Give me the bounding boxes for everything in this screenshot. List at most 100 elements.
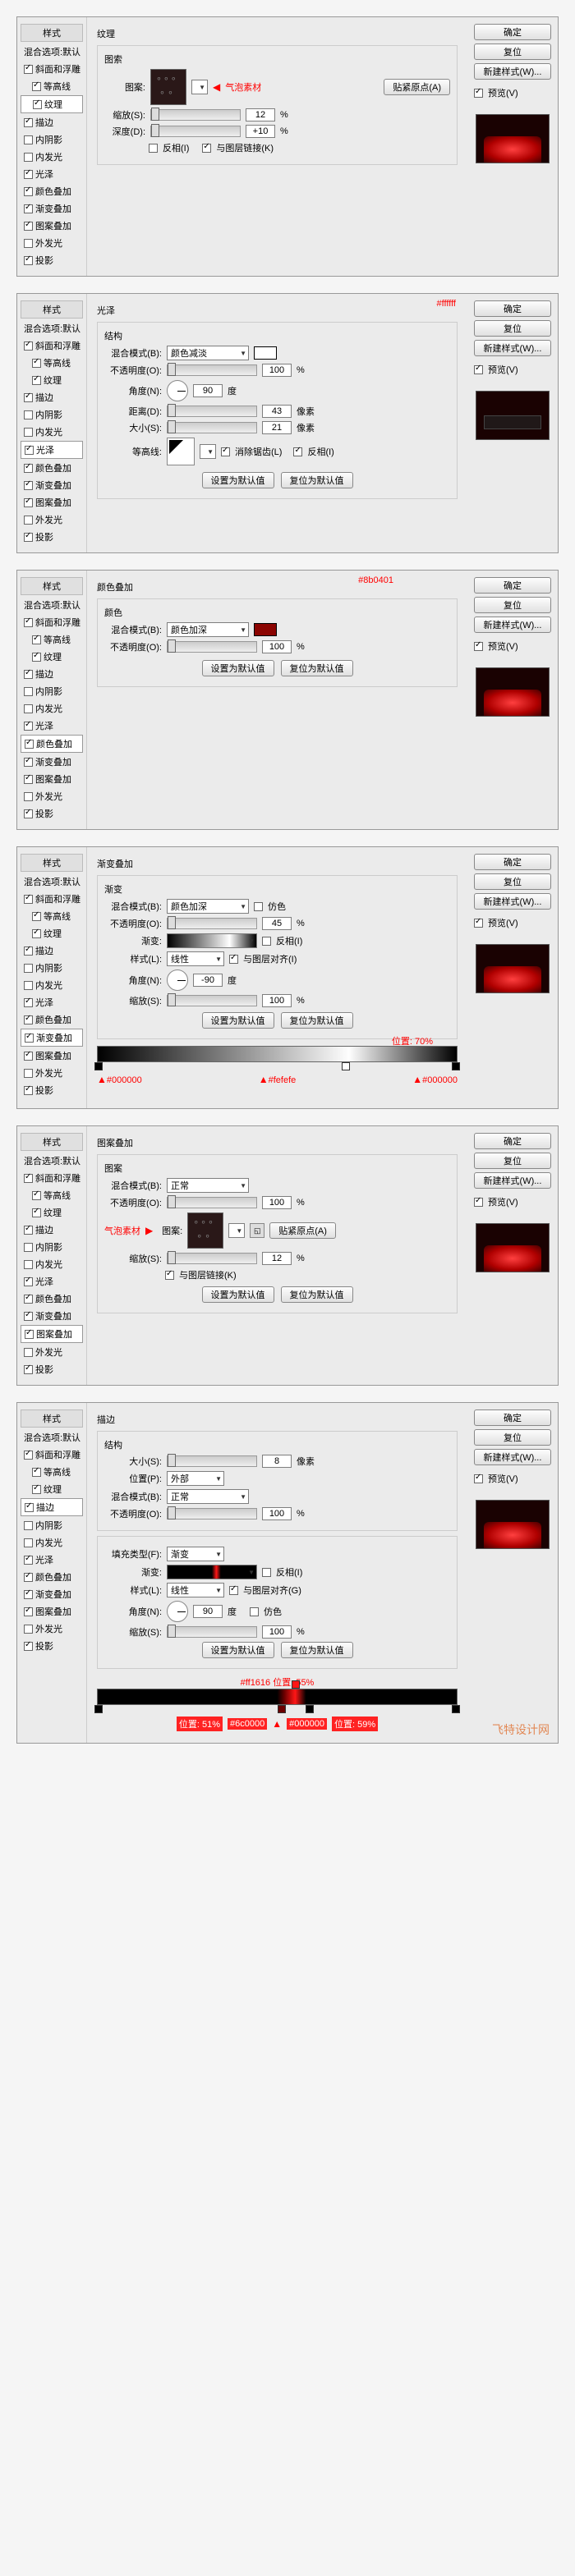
default-button[interactable]: 设置为默认值 — [202, 1642, 274, 1658]
contour-thumb[interactable] — [167, 438, 195, 465]
distance-input[interactable]: 43 — [262, 405, 292, 418]
reset-button[interactable]: 复位为默认值 — [281, 472, 353, 488]
reverse-checkbox[interactable] — [262, 1568, 271, 1577]
angle-input[interactable]: -90 — [193, 974, 223, 987]
distance-slider[interactable] — [167, 406, 257, 417]
default-button[interactable]: 设置为默认值 — [202, 1012, 274, 1029]
checkbox-icon[interactable] — [24, 65, 33, 74]
opacity-input[interactable]: 100 — [262, 1507, 292, 1520]
style-pattern-overlay[interactable]: 图案叠加 — [21, 1325, 83, 1343]
color-swatch[interactable] — [254, 346, 277, 360]
gradient-style-select[interactable]: 线性 — [167, 951, 224, 966]
opacity-slider[interactable] — [167, 364, 257, 376]
blend-mode-select[interactable]: 颜色加深 — [167, 899, 249, 914]
style-outer-glow[interactable]: 外发光 — [21, 235, 83, 251]
new-style-button[interactable]: 新建样式(W)... — [474, 893, 551, 910]
gradient-stop[interactable] — [278, 1705, 286, 1713]
opacity-input[interactable]: 100 — [262, 1196, 292, 1209]
gradient-select[interactable] — [167, 1565, 257, 1579]
link-layer-checkbox[interactable] — [202, 144, 211, 153]
invert-checkbox[interactable] — [149, 144, 158, 153]
pattern-dropdown[interactable] — [191, 80, 208, 94]
blend-mode-select[interactable]: 正常 — [167, 1489, 249, 1504]
gradient-stop[interactable] — [452, 1062, 460, 1070]
checkbox-icon[interactable] — [24, 187, 33, 196]
cancel-button[interactable]: 复位 — [474, 597, 551, 613]
align-layer-checkbox[interactable] — [229, 1586, 238, 1595]
checkbox-icon[interactable] — [24, 153, 33, 162]
ok-button[interactable]: 确定 — [474, 1133, 551, 1149]
default-button[interactable]: 设置为默认值 — [202, 472, 274, 488]
style-inner-glow[interactable]: 内发光 — [21, 149, 83, 165]
reset-button[interactable]: 复位为默认值 — [281, 660, 353, 676]
preview-checkbox[interactable] — [474, 89, 483, 98]
gradient-style-select[interactable]: 线性 — [167, 1583, 224, 1597]
cancel-button[interactable]: 复位 — [474, 1429, 551, 1446]
opacity-slider[interactable] — [167, 1197, 257, 1208]
reset-button[interactable]: 复位为默认值 — [281, 1286, 353, 1303]
checkbox-icon[interactable] — [33, 100, 42, 109]
pattern-thumb[interactable] — [150, 69, 186, 105]
new-style-button[interactable]: 新建样式(W)... — [474, 340, 551, 356]
checkbox-icon[interactable] — [24, 170, 33, 179]
style-stroke[interactable]: 描边 — [21, 1498, 83, 1516]
blend-mode-select[interactable]: 颜色减淡 — [167, 346, 249, 360]
angle-input[interactable]: 90 — [193, 384, 223, 397]
checkbox-icon[interactable] — [24, 135, 33, 144]
scale-slider[interactable] — [167, 995, 257, 1006]
checkbox-icon[interactable] — [32, 82, 41, 91]
default-button[interactable]: 设置为默认值 — [202, 1286, 274, 1303]
style-contour[interactable]: 等高线 — [21, 78, 83, 94]
depth-input[interactable]: +10 — [246, 125, 275, 138]
opacity-slider[interactable] — [167, 918, 257, 929]
snap-origin-button[interactable]: 贴紧原点(A) — [269, 1222, 336, 1239]
pattern-thumb[interactable] — [187, 1212, 223, 1249]
cancel-button[interactable]: 复位 — [474, 320, 551, 337]
opacity-input[interactable]: 100 — [262, 364, 292, 377]
snap-origin-button[interactable]: 贴紧原点(A) — [384, 79, 450, 95]
dither-checkbox[interactable] — [250, 1607, 259, 1616]
gradient-stop[interactable] — [292, 1680, 300, 1689]
cancel-button[interactable]: 复位 — [474, 873, 551, 890]
scale-slider[interactable] — [167, 1626, 257, 1638]
scale-input[interactable]: 12 — [262, 1252, 292, 1265]
scale-input[interactable]: 100 — [262, 1625, 292, 1639]
gradient-stop[interactable] — [94, 1705, 103, 1713]
style-blend-options[interactable]: 混合选项:默认 — [21, 44, 83, 60]
color-swatch[interactable] — [254, 623, 277, 636]
link-layer-checkbox[interactable] — [165, 1271, 174, 1280]
opacity-slider[interactable] — [167, 641, 257, 653]
cancel-button[interactable]: 复位 — [474, 44, 551, 60]
size-input[interactable]: 21 — [262, 421, 292, 434]
new-style-button[interactable]: 新建样式(W)... — [474, 1449, 551, 1465]
checkbox-icon[interactable] — [24, 239, 33, 248]
ok-button[interactable]: 确定 — [474, 577, 551, 594]
reset-button[interactable]: 复位为默认值 — [281, 1012, 353, 1029]
size-slider[interactable] — [167, 1455, 257, 1467]
gradient-stop[interactable] — [342, 1062, 350, 1070]
angle-dial[interactable] — [167, 969, 188, 991]
checkbox-icon[interactable] — [24, 256, 33, 265]
gradient-stop[interactable] — [306, 1705, 314, 1713]
new-pattern-icon[interactable]: ◱ — [250, 1223, 264, 1238]
default-button[interactable]: 设置为默认值 — [202, 660, 274, 676]
checkbox-icon[interactable] — [24, 222, 33, 231]
opacity-slider[interactable] — [167, 1508, 257, 1519]
angle-input[interactable]: 90 — [193, 1605, 223, 1618]
style-stroke[interactable]: 描边 — [21, 114, 83, 131]
position-select[interactable]: 外部 — [167, 1471, 224, 1486]
style-color-overlay[interactable]: 颜色叠加 — [21, 183, 83, 199]
opacity-input[interactable]: 100 — [262, 640, 292, 653]
blend-mode-select[interactable]: 颜色加深 — [167, 622, 249, 637]
style-inner-shadow[interactable]: 内阴影 — [21, 131, 83, 148]
gradient-stop[interactable] — [452, 1705, 460, 1713]
angle-dial[interactable] — [167, 1601, 188, 1622]
gradient-editor-bar[interactable] — [97, 1046, 458, 1062]
ok-button[interactable]: 确定 — [474, 300, 551, 317]
checkbox-icon[interactable] — [24, 204, 33, 213]
style-gradient-overlay[interactable]: 渐变叠加 — [21, 1029, 83, 1047]
style-bevel[interactable]: 斜面和浮雕 — [21, 61, 83, 77]
style-drop-shadow[interactable]: 投影 — [21, 252, 83, 268]
style-color-overlay[interactable]: 颜色叠加 — [21, 735, 83, 753]
new-style-button[interactable]: 新建样式(W)... — [474, 63, 551, 80]
